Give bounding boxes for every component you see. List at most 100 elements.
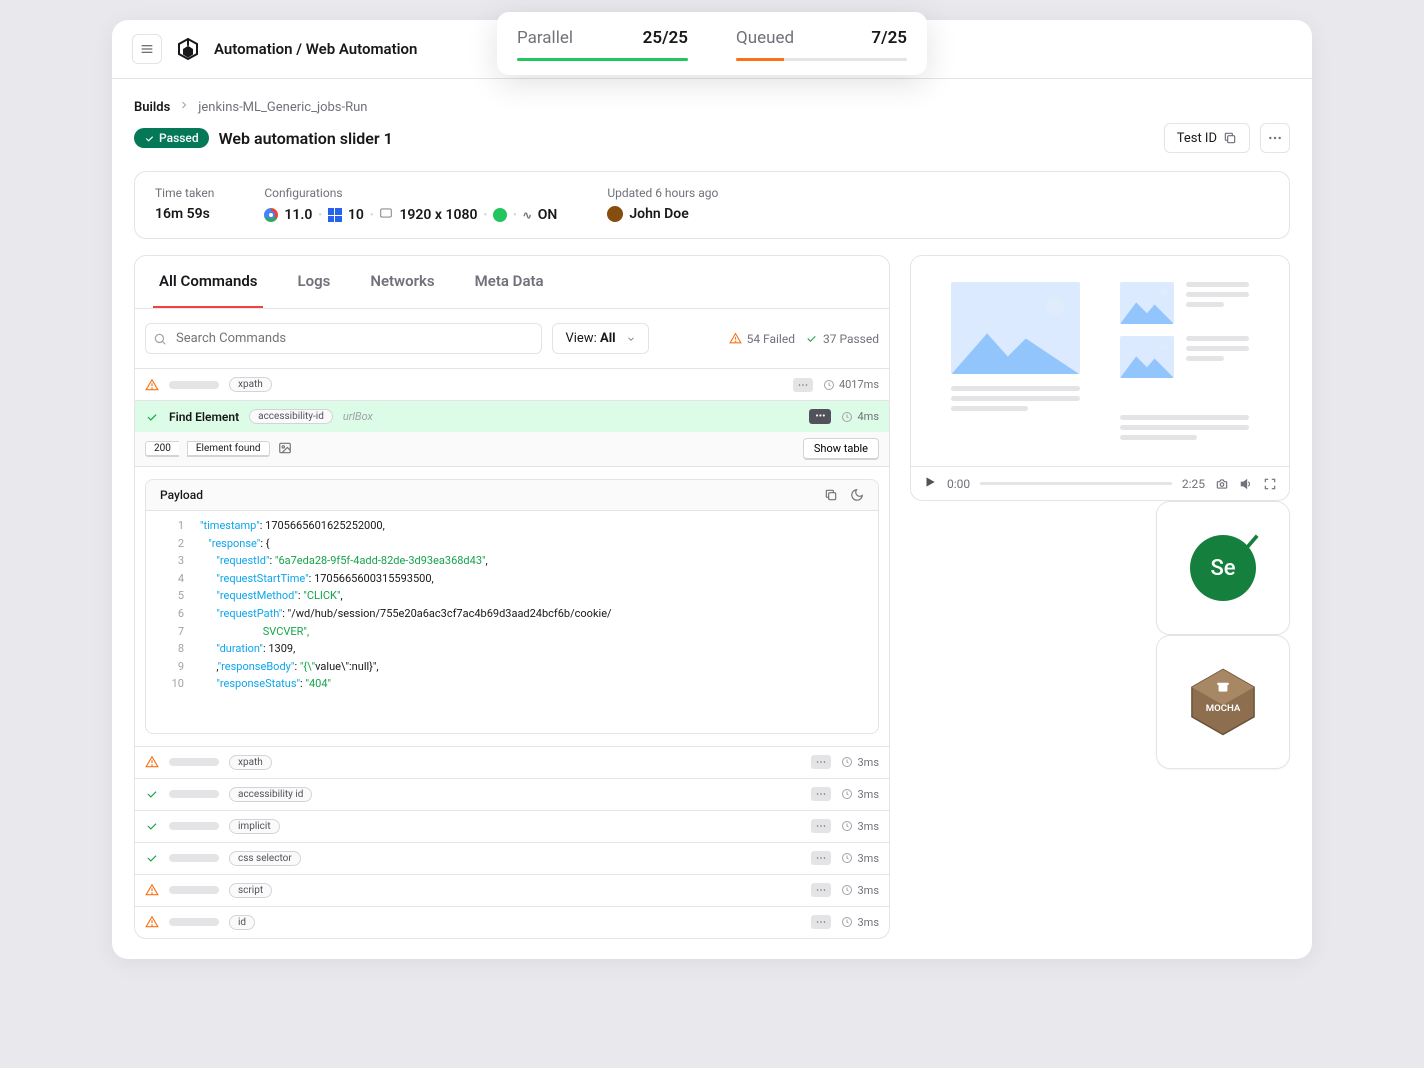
locator-pill: accessibility-id — [249, 409, 333, 424]
placeholder-image — [1120, 336, 1174, 378]
command-row[interactable]: id 3ms — [135, 907, 889, 938]
time-taken-value: 16m 59s — [155, 206, 214, 222]
row-more-button[interactable] — [811, 883, 831, 897]
warning-icon — [145, 883, 159, 897]
skeleton — [169, 918, 219, 926]
status-msg-pill: Element found — [187, 441, 270, 457]
selenium-label: Se — [1210, 556, 1235, 581]
skeleton — [169, 854, 219, 862]
tab-all-commands[interactable]: All Commands — [153, 256, 263, 308]
locator-pill: css selector — [229, 851, 301, 866]
avatar-icon — [607, 206, 623, 222]
video-controls: 0:00 2:25 — [911, 466, 1289, 500]
show-table-button[interactable]: Show table — [803, 438, 879, 460]
stats-popup: Parallel 25/25 Queued 7/25 — [497, 12, 927, 75]
passed-count: 37 Passed — [805, 332, 879, 346]
check-icon — [145, 410, 159, 424]
tab-logs[interactable]: Logs — [291, 256, 336, 308]
row-more-button[interactable] — [811, 755, 831, 769]
warning-icon — [145, 755, 159, 769]
status-badge: Passed — [134, 128, 209, 148]
test-id-button[interactable]: Test ID — [1164, 123, 1250, 153]
command-row[interactable]: xpath 3ms — [135, 747, 889, 779]
command-detail-bar: 200 Element found Show table — [135, 432, 889, 467]
locator-pill: accessibility id — [229, 787, 312, 802]
command-row[interactable]: implicit 3ms — [135, 811, 889, 843]
row-more-badge[interactable]: ••• — [809, 409, 831, 424]
resolution-icon — [379, 206, 393, 224]
config-value: 11.0 • 10 • 1920 x 1080 • • ∿ON — [264, 206, 557, 224]
command-time: 3ms — [841, 756, 879, 769]
check-icon — [145, 787, 159, 801]
tab-meta-data[interactable]: Meta Data — [469, 256, 550, 308]
user-value: John Doe — [607, 206, 718, 222]
check-icon — [145, 851, 159, 865]
video-duration: 2:25 — [1182, 477, 1205, 491]
chevron-down-icon — [626, 334, 636, 344]
payload-title: Payload — [160, 488, 824, 502]
command-time: 3ms — [841, 852, 879, 865]
warning-icon — [145, 378, 159, 392]
config-label: Configurations — [264, 186, 557, 200]
view-dropdown[interactable]: View: All — [552, 323, 648, 354]
row-more-button[interactable] — [811, 915, 831, 929]
command-time: 3ms — [841, 820, 879, 833]
queued-label: Queued — [736, 28, 794, 48]
warning-icon — [145, 915, 159, 929]
copy-icon[interactable] — [824, 488, 838, 502]
command-time: 3ms — [841, 788, 879, 801]
breadcrumb: Builds jenkins-ML_Generic_jobs-Run — [134, 99, 1290, 115]
video-scrubber[interactable] — [980, 482, 1172, 485]
command-row[interactable]: xpath4017ms — [135, 369, 889, 401]
chevron-right-icon — [178, 99, 190, 115]
theme-icon[interactable] — [850, 488, 864, 502]
location-icon — [493, 208, 507, 222]
play-button[interactable] — [923, 475, 937, 492]
command-row[interactable]: Find Elementaccessibility-idurlBox•••4ms — [135, 401, 889, 432]
locator-pill: id — [229, 915, 255, 930]
tab-networks[interactable]: Networks — [364, 256, 440, 308]
fullscreen-icon[interactable] — [1263, 477, 1277, 491]
check-icon — [1237, 532, 1259, 554]
windows-icon — [328, 208, 342, 222]
row-more-button[interactable] — [811, 819, 831, 833]
placeholder-image — [1120, 282, 1174, 324]
skeleton — [169, 822, 219, 830]
command-time: 3ms — [841, 884, 879, 897]
breadcrumb-root[interactable]: Builds — [134, 100, 170, 115]
commands-panel: All Commands Logs Networks Meta Data View: … — [134, 255, 890, 939]
video-frame — [911, 256, 1289, 466]
network-icon: ∿ — [523, 209, 532, 222]
more-button[interactable] — [1260, 123, 1290, 153]
locator-pill: implicit — [229, 819, 280, 834]
locator-pill: script — [229, 883, 272, 898]
updated-label: Updated 6 hours ago — [607, 186, 718, 200]
page-title: Web automation slider 1 — [219, 129, 393, 148]
queued-value: 7/25 — [871, 28, 907, 48]
row-more-button[interactable] — [793, 378, 813, 392]
menu-button[interactable] — [132, 34, 162, 64]
volume-icon[interactable] — [1239, 477, 1253, 491]
video-current-time: 0:00 — [947, 477, 970, 491]
parallel-label: Parallel — [517, 28, 573, 48]
command-row[interactable]: accessibility id 3ms — [135, 779, 889, 811]
command-row[interactable]: script 3ms — [135, 875, 889, 907]
skeleton — [169, 886, 219, 894]
row-more-button[interactable] — [811, 851, 831, 865]
search-input[interactable] — [145, 323, 542, 354]
search-icon — [153, 332, 167, 346]
copy-icon — [1223, 131, 1237, 145]
command-name: Find Element — [169, 410, 239, 424]
placeholder-image — [951, 282, 1080, 374]
image-icon[interactable] — [278, 441, 292, 458]
camera-icon[interactable] — [1215, 477, 1229, 491]
svg-text:MOCHA: MOCHA — [1206, 703, 1241, 714]
command-row[interactable]: css selector 3ms — [135, 843, 889, 875]
row-more-button[interactable] — [811, 787, 831, 801]
locator-pill: xpath — [229, 755, 272, 770]
check-icon — [145, 819, 159, 833]
brand-logo — [176, 37, 200, 61]
command-time: 3ms — [841, 916, 879, 929]
failed-count: 54 Failed — [729, 332, 795, 346]
selenium-card: Se — [1156, 501, 1290, 635]
